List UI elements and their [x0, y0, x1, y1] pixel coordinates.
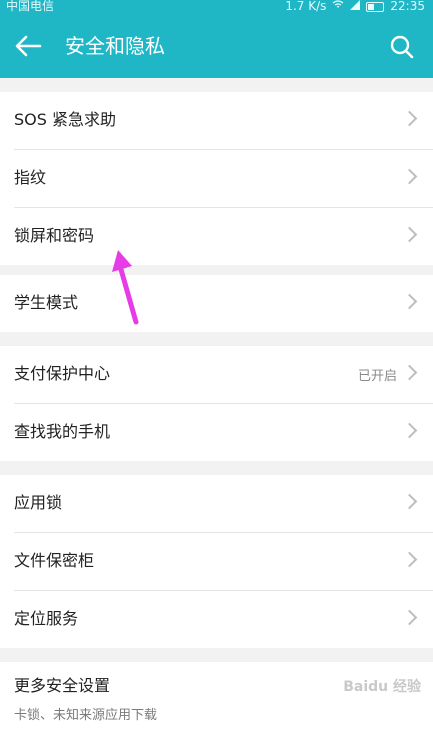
item-label: 更多安全设置 — [14, 676, 111, 695]
search-icon[interactable] — [389, 34, 415, 60]
clock: 22:35 — [390, 0, 425, 13]
page-title: 安全和隐私 — [65, 34, 165, 58]
item-label: 查找我的手机 — [14, 422, 111, 441]
item-label: 支付保护中心 — [14, 364, 111, 383]
settings-item-lockscreen-password[interactable]: 锁屏和密码 — [14, 208, 433, 265]
settings-group-4: 应用锁 文件保密柜 定位服务 — [0, 475, 433, 648]
chevron-right-icon — [401, 364, 418, 381]
signal-icon — [350, 0, 361, 13]
chevron-right-icon — [401, 110, 418, 127]
settings-list: SOS 紧急求助 指纹 锁屏和密码 学生模式 支付保护中心 已开启 查找我的手机 — [0, 78, 433, 734]
settings-group-3: 支付保护中心 已开启 查找我的手机 — [0, 346, 433, 461]
item-sublabel: 卡锁、未知来源应用下载 — [14, 708, 158, 723]
status-right: 1.7 K/s 22:35 — [285, 0, 425, 13]
status-bar: 中国电信 1.7 K/s 22:35 — [0, 0, 433, 14]
settings-group-1: SOS 紧急求助 指纹 锁屏和密码 — [0, 92, 433, 265]
settings-item-location[interactable]: 定位服务 — [14, 591, 433, 648]
item-label: 定位服务 — [14, 609, 79, 628]
chevron-right-icon — [401, 168, 418, 185]
item-label: SOS 紧急求助 — [14, 110, 116, 129]
item-label: 学生模式 — [14, 293, 79, 312]
item-label: 锁屏和密码 — [14, 226, 95, 245]
battery-icon — [366, 2, 385, 12]
chevron-right-icon — [401, 226, 418, 243]
app-bar: 安全和隐私 — [0, 14, 433, 78]
network-speed: 1.7 K/s — [285, 0, 327, 13]
carrier-label: 中国电信 — [6, 0, 55, 13]
settings-group-5: 更多安全设置 卡锁、未知来源应用下载 — [0, 662, 433, 734]
wifi-icon — [332, 0, 344, 13]
item-label: 指纹 — [14, 168, 47, 187]
chevron-right-icon — [401, 493, 418, 510]
settings-item-more-security[interactable]: 更多安全设置 卡锁、未知来源应用下载 — [14, 662, 433, 734]
back-arrow-icon[interactable] — [14, 34, 42, 58]
watermark: Baidu 经验 — [343, 679, 421, 695]
chevron-right-icon — [401, 551, 418, 568]
settings-group-2: 学生模式 — [0, 275, 433, 332]
chevron-right-icon — [401, 293, 418, 310]
settings-item-student-mode[interactable]: 学生模式 — [14, 275, 433, 332]
settings-item-find-my-phone[interactable]: 查找我的手机 — [14, 404, 433, 461]
settings-item-payment-protection[interactable]: 支付保护中心 已开启 — [14, 346, 433, 404]
item-label: 应用锁 — [14, 493, 63, 512]
settings-item-app-lock[interactable]: 应用锁 — [14, 475, 433, 533]
chevron-right-icon — [401, 609, 418, 626]
settings-item-sos[interactable]: SOS 紧急求助 — [14, 92, 433, 150]
item-label: 文件保密柜 — [14, 551, 95, 570]
chevron-right-icon — [401, 422, 418, 439]
settings-item-fingerprint[interactable]: 指纹 — [14, 150, 433, 208]
settings-item-file-safe[interactable]: 文件保密柜 — [14, 533, 433, 591]
status-value: 已开启 — [357, 369, 397, 384]
